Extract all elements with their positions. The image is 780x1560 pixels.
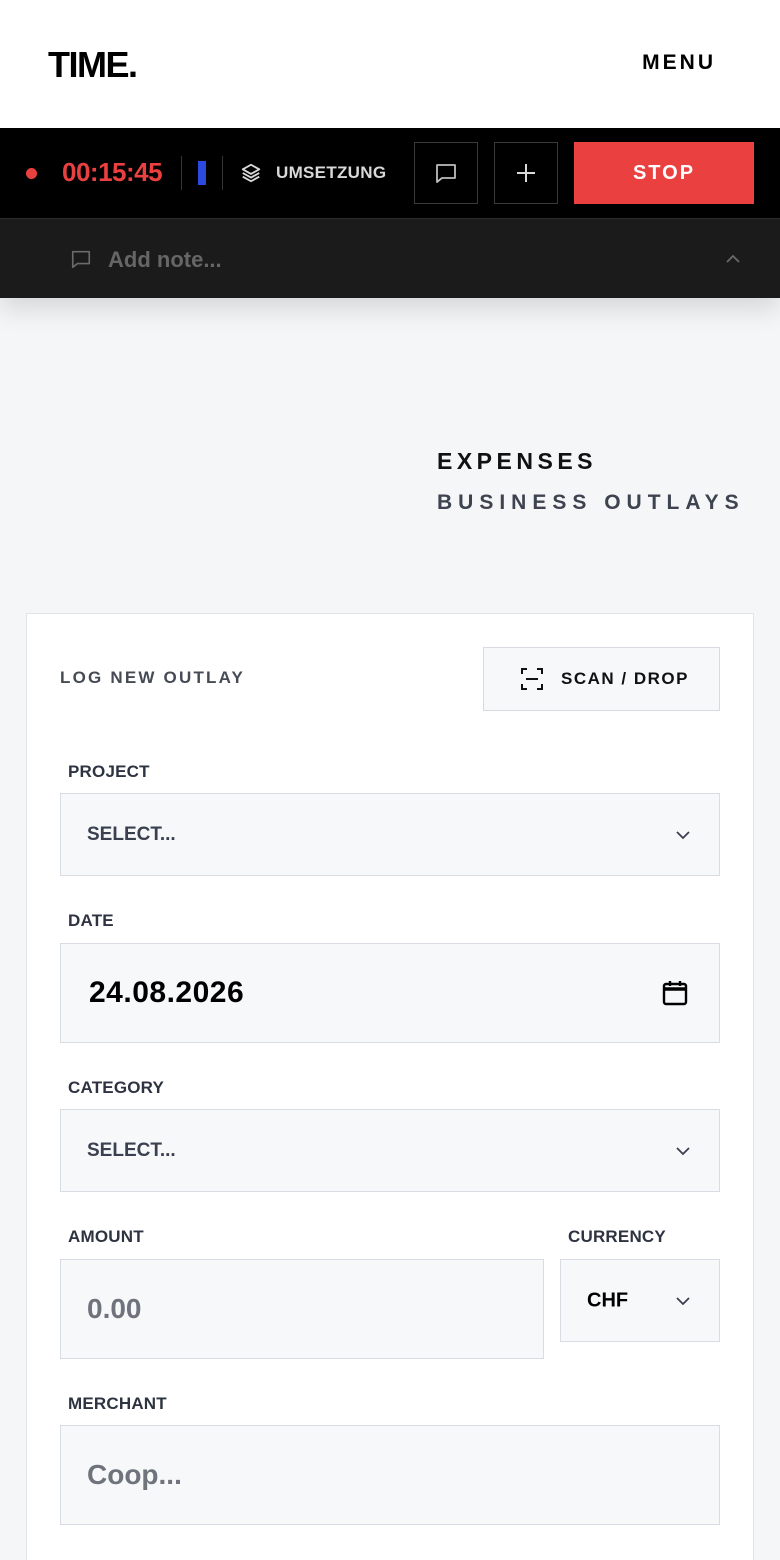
chevron-up-icon[interactable] — [724, 251, 742, 267]
card-heading: LOG NEW OUTLAY — [60, 668, 246, 687]
comment-icon — [436, 164, 456, 183]
currency-select[interactable]: CHF — [560, 1259, 720, 1342]
currency-label: CURRENCY — [568, 1227, 666, 1246]
add-entry-button[interactable] — [494, 142, 558, 204]
page-title-block: EXPENSES BUSINESS OUTLAYS — [437, 448, 745, 515]
scan-icon — [521, 668, 543, 690]
amount-input[interactable] — [61, 1260, 543, 1358]
divider — [181, 156, 182, 190]
phase-label[interactable]: UMSETZUNG — [276, 163, 386, 183]
category-select-value: SELECT... — [87, 1139, 176, 1161]
merchant-input[interactable] — [61, 1426, 719, 1524]
project-select-value: SELECT... — [87, 823, 176, 845]
chevron-down-icon — [676, 1296, 690, 1305]
menu-button[interactable]: MENU — [642, 51, 716, 75]
scan-drop-label: SCAN / DROP — [561, 669, 689, 688]
merchant-field[interactable] — [60, 1425, 720, 1525]
plus-icon — [517, 164, 535, 182]
comment-button[interactable] — [414, 142, 478, 204]
amount-field[interactable] — [60, 1259, 544, 1359]
category-select[interactable]: SELECT... — [60, 1109, 720, 1192]
elapsed-timer: 00:15:45 — [62, 157, 163, 187]
chevron-down-icon — [676, 1146, 690, 1155]
currency-select-value: CHF — [587, 1289, 629, 1311]
app-logo[interactable]: TIME. — [48, 44, 138, 86]
date-value: 24.08.2026 — [89, 976, 245, 1009]
project-label: PROJECT — [68, 762, 150, 781]
date-field[interactable]: 24.08.2026 — [60, 943, 720, 1043]
merchant-label: MERCHANT — [68, 1394, 167, 1413]
layers-icon — [241, 163, 261, 183]
chevron-down-icon — [676, 830, 690, 839]
scan-drop-button[interactable]: SCAN / DROP — [483, 647, 720, 711]
page-subtitle: BUSINESS OUTLAYS — [437, 491, 745, 514]
divider — [222, 156, 223, 190]
amount-label: AMOUNT — [68, 1227, 144, 1246]
project-select[interactable]: SELECT... — [60, 793, 720, 876]
recording-indicator — [26, 168, 37, 179]
date-label: DATE — [68, 911, 114, 930]
project-color-indicator — [198, 161, 206, 185]
calendar-icon[interactable] — [661, 979, 689, 1007]
category-label: CATEGORY — [68, 1078, 165, 1097]
page-title: EXPENSES — [437, 448, 597, 474]
note-input[interactable] — [108, 242, 668, 278]
stop-button[interactable]: STOP — [574, 142, 754, 204]
note-icon — [71, 250, 91, 269]
